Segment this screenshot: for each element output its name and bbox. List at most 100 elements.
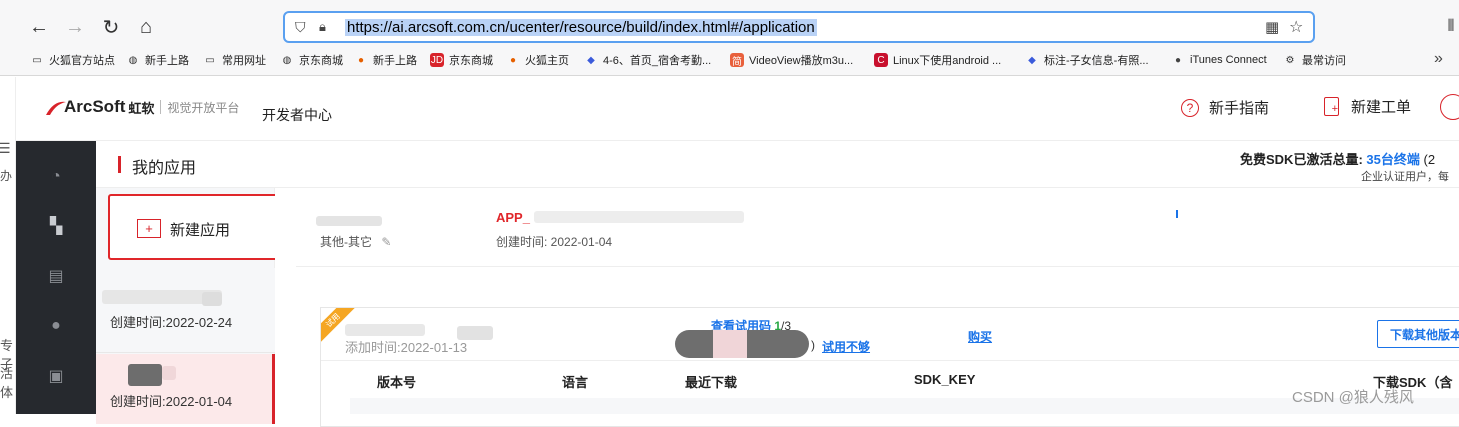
- bookmark-item[interactable]: JD 京东商城: [430, 50, 493, 70]
- app-detail: 其他-其它 ✎ APP_ 创建时间: 2022-01-04 试用 添加时间:20…: [296, 188, 1459, 427]
- bookmark-label: 最常访问: [1302, 55, 1346, 67]
- download-other-button[interactable]: 下载其他版本: [1377, 320, 1459, 348]
- address-bar[interactable]: ⛉ 🔒︎ https://ai.arcsoft.com.cn/ucenter/r…: [283, 11, 1315, 43]
- chevron-more-icon[interactable]: »: [1434, 50, 1443, 68]
- sdk-total-value[interactable]: 35台终端: [1366, 152, 1419, 167]
- document-icon[interactable]: ▤: [46, 266, 66, 286]
- strip-text-2: 办: [0, 169, 13, 183]
- reload-icon[interactable]: ↻: [98, 14, 124, 40]
- bookmark-icon: ◆: [587, 54, 595, 66]
- blue-mark: [1176, 210, 1178, 218]
- folder-icon: ▭: [205, 54, 215, 66]
- sdk-added-time: 添加时间:2022-01-13: [345, 340, 468, 355]
- url-text[interactable]: https://ai.arcsoft.com.cn/ucenter/resour…: [345, 19, 817, 36]
- divider: [160, 100, 162, 114]
- bookmark-label: iTunes Connect: [1190, 54, 1267, 66]
- page-title: 我的应用: [132, 160, 197, 177]
- divider: [296, 266, 1459, 267]
- bookmark-item[interactable]: ▭ 火狐官方站点: [30, 50, 115, 70]
- sdk-name-redacted: [345, 324, 425, 336]
- list-item[interactable]: 创建时间:2022-02-24: [96, 268, 275, 353]
- forward-icon[interactable]: →: [62, 14, 88, 40]
- bookmark-item[interactable]: ◆ 4-6、首页_宿舍考勤...: [584, 50, 711, 70]
- clipboard-icon[interactable]: ▣: [46, 366, 66, 386]
- app-list: + 新建应用 创建时间:2022-02-24 创建时间:2022-01-04: [96, 188, 286, 424]
- sdk-total-paren: (2: [1423, 152, 1436, 167]
- apple-icon: ●: [1174, 54, 1182, 66]
- edit-icon[interactable]: ✎: [381, 235, 391, 249]
- enterprise-note: 企业认证用户，每: [1361, 171, 1449, 183]
- bookmark-item[interactable]: 简 VideoView播放m3u...: [730, 50, 853, 70]
- bookmark-label: 标注-子女信息-有照...: [1044, 55, 1149, 67]
- app-created-time: 创建时间:2022-01-04: [110, 394, 233, 409]
- shield-icon: ⛉: [295, 19, 306, 35]
- bookmark-item[interactable]: ⚙ 最常访问: [1283, 50, 1346, 70]
- gear-icon: ⚙: [1285, 54, 1295, 66]
- help-circle-icon[interactable]: ●: [46, 316, 66, 336]
- bookmark-item[interactable]: ◍ 京东商城: [280, 50, 343, 70]
- bookmark-icon: ◆: [1028, 54, 1036, 66]
- help-icon: ?: [1181, 98, 1199, 117]
- bookmark-label: 4-6、首页_宿舍考勤...: [603, 55, 712, 67]
- globe-icon: ◍: [282, 54, 292, 66]
- brand-name: ArcSoft: [64, 97, 126, 116]
- bookmark-label: 常用网址: [222, 55, 266, 67]
- bookmark-item[interactable]: ● 火狐主页: [506, 50, 569, 70]
- brand-name-cn: 虹软: [128, 100, 155, 116]
- new-app-button[interactable]: + 新建应用: [108, 194, 286, 260]
- app-created-time: 创建时间:2022-02-24: [110, 315, 233, 330]
- globe-icon: ◍: [128, 54, 138, 66]
- library-icon[interactable]: ⫴: [1438, 14, 1459, 40]
- new-window-icon: +: [137, 219, 161, 238]
- bookmark-item[interactable]: ● 新手上路: [354, 50, 417, 70]
- main-sidebar: ◔ ▚ ▤ ● ▣: [16, 141, 96, 414]
- dashboard-icon[interactable]: ◔: [46, 167, 66, 187]
- sdk-total-label: 免费SDK已激活总量:: [1240, 152, 1363, 167]
- buy-link[interactable]: 购买: [968, 328, 992, 345]
- app-created: 创建时间: 2022-01-04: [496, 235, 613, 249]
- bookmark-item[interactable]: ◆ 标注-子女信息-有照...: [1025, 50, 1149, 70]
- column-header-version: 版本号: [377, 375, 417, 390]
- guide-label: 新手指南: [1209, 100, 1270, 117]
- back-icon[interactable]: ←: [26, 14, 52, 40]
- watermark: CSDN @狼人残风: [1292, 389, 1414, 406]
- column-header-last-download: 最近下载: [685, 375, 738, 390]
- bookmark-item[interactable]: ● iTunes Connect: [1171, 50, 1267, 70]
- apps-icon[interactable]: ▚: [46, 216, 66, 236]
- site-header: ArcSoft 虹软 视觉开放平台 开发者中心 ? 新手指南 + 新建工单: [16, 77, 1459, 141]
- platform-name: 视觉开放平台: [167, 100, 240, 115]
- document-add-icon: +: [1324, 97, 1339, 116]
- bookmark-label: 火狐主页: [525, 55, 569, 67]
- sdk-total: 免费SDK已激活总量: 35台终端 (2: [1240, 149, 1435, 168]
- jd-icon: JD: [430, 53, 444, 67]
- paren: ): [811, 338, 815, 352]
- bookmark-label: 新手上路: [145, 55, 189, 67]
- home-icon[interactable]: ⌂: [133, 14, 159, 40]
- column-header-sdk-key: SDK_KEY: [914, 372, 976, 387]
- folder-icon: ▭: [32, 54, 42, 66]
- lock-icon[interactable]: 🔒︎: [319, 19, 326, 35]
- arcsoft-logo[interactable]: ArcSoft 虹软 视觉开放平台: [44, 97, 239, 117]
- background-window-strip: tor ☰ 办 专子 活体: [0, 77, 16, 414]
- app-name-redacted: [316, 216, 382, 226]
- trial-not-enough-link[interactable]: 试用不够: [822, 338, 870, 355]
- key-redacted: [713, 330, 747, 358]
- bookmark-label: 新手上路: [373, 55, 417, 67]
- new-ticket-label: 新建工单: [1351, 99, 1412, 116]
- bookmark-item[interactable]: ◍ 新手上路: [126, 50, 189, 70]
- bookmark-item[interactable]: ▭ 常用网址: [203, 50, 266, 70]
- qr-code-icon[interactable]: ▦: [1265, 18, 1279, 36]
- star-icon[interactable]: ☆: [1289, 17, 1303, 37]
- divider: [321, 360, 1459, 361]
- download-other-label: 下载其他版本: [1390, 327, 1459, 342]
- dev-center-link[interactable]: 开发者中心: [262, 105, 332, 125]
- new-app-label: 新建应用: [170, 222, 231, 239]
- bookmark-item[interactable]: C Linux下使用android ...: [874, 50, 1001, 70]
- new-ticket-link[interactable]: + 新建工单: [1324, 96, 1411, 117]
- c-icon: C: [874, 53, 888, 67]
- app-category: 其他-其它 ✎: [320, 233, 391, 250]
- guide-link[interactable]: ? 新手指南: [1181, 97, 1269, 118]
- column-header-language: 语言: [562, 375, 589, 390]
- bookmark-label: 京东商城: [449, 55, 493, 67]
- avatar[interactable]: [1440, 94, 1459, 120]
